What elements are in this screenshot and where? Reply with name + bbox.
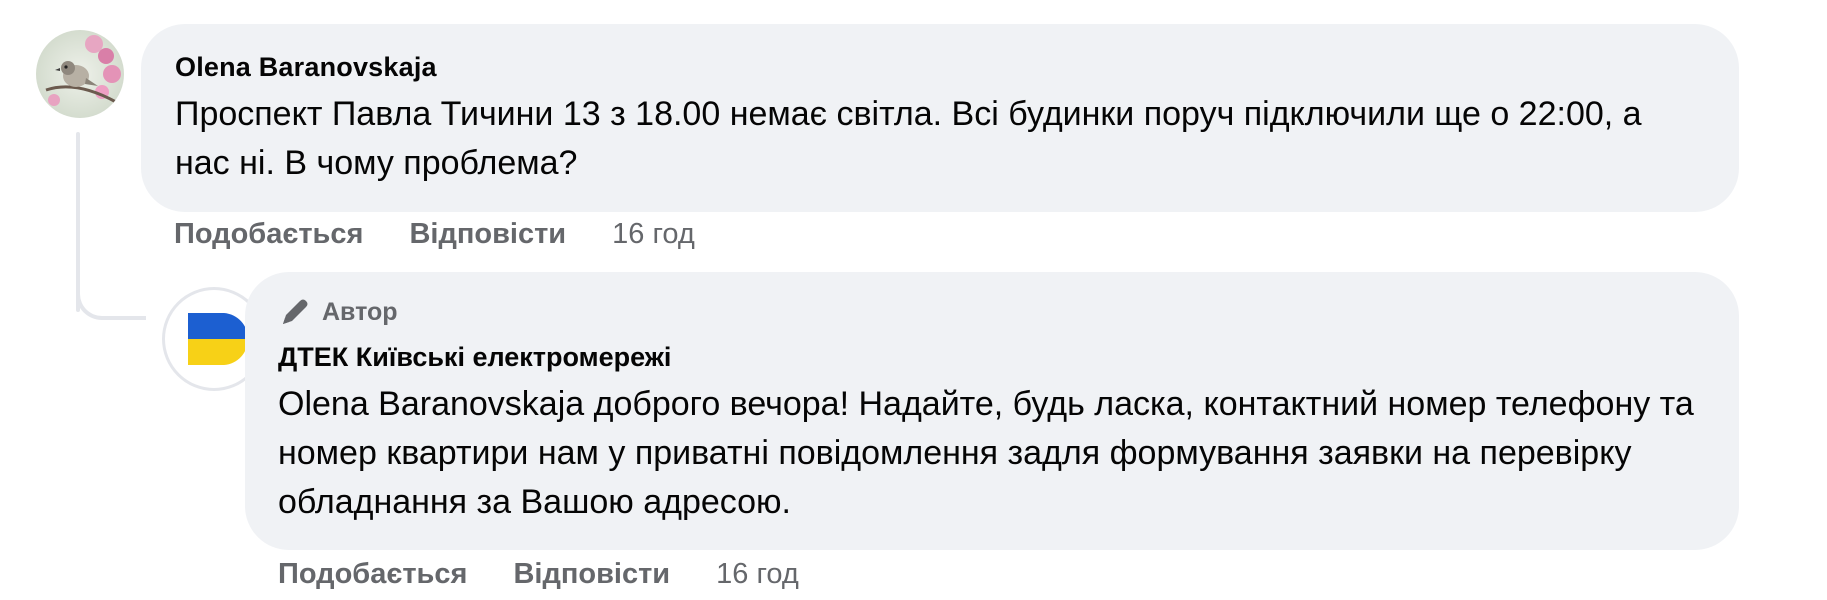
reply-timestamp[interactable]: 16 год (716, 558, 799, 591)
badge-label: Автор (322, 297, 398, 326)
comment-author[interactable]: Olena Baranovskaja (175, 50, 1705, 84)
thread-connector (76, 262, 146, 320)
comment-text: Проспект Павла Тичини 13 з 18.00 немає с… (175, 95, 1642, 182)
reply-text: Olena Baranovskaja доброго вечора! Надай… (278, 380, 1705, 527)
avatar[interactable] (36, 30, 124, 118)
reply-actions: Подобається Відповісти 16 год (278, 558, 799, 591)
author-badge: Автор (278, 294, 1705, 330)
reply-button[interactable]: Відповісти (409, 218, 566, 251)
comment-bubble: Olena Baranovskaja Проспект Павла Тичини… (141, 24, 1739, 212)
pen-icon (283, 299, 308, 324)
comment-timestamp[interactable]: 16 год (612, 218, 695, 251)
reply-bubble: Автор ДТЕК Київські електромережі Olena … (245, 272, 1739, 550)
reply-author[interactable]: ДТЕК Київські електромережі (278, 340, 1705, 374)
comment-actions: Подобається Відповісти 16 год (174, 218, 695, 251)
like-button[interactable]: Подобається (174, 218, 363, 251)
reply-button[interactable]: Відповісти (513, 558, 670, 591)
mention-link[interactable]: Olena Baranovskaja (278, 385, 584, 423)
bird-on-blossom-icon (36, 30, 124, 118)
like-button[interactable]: Подобається (278, 558, 467, 591)
